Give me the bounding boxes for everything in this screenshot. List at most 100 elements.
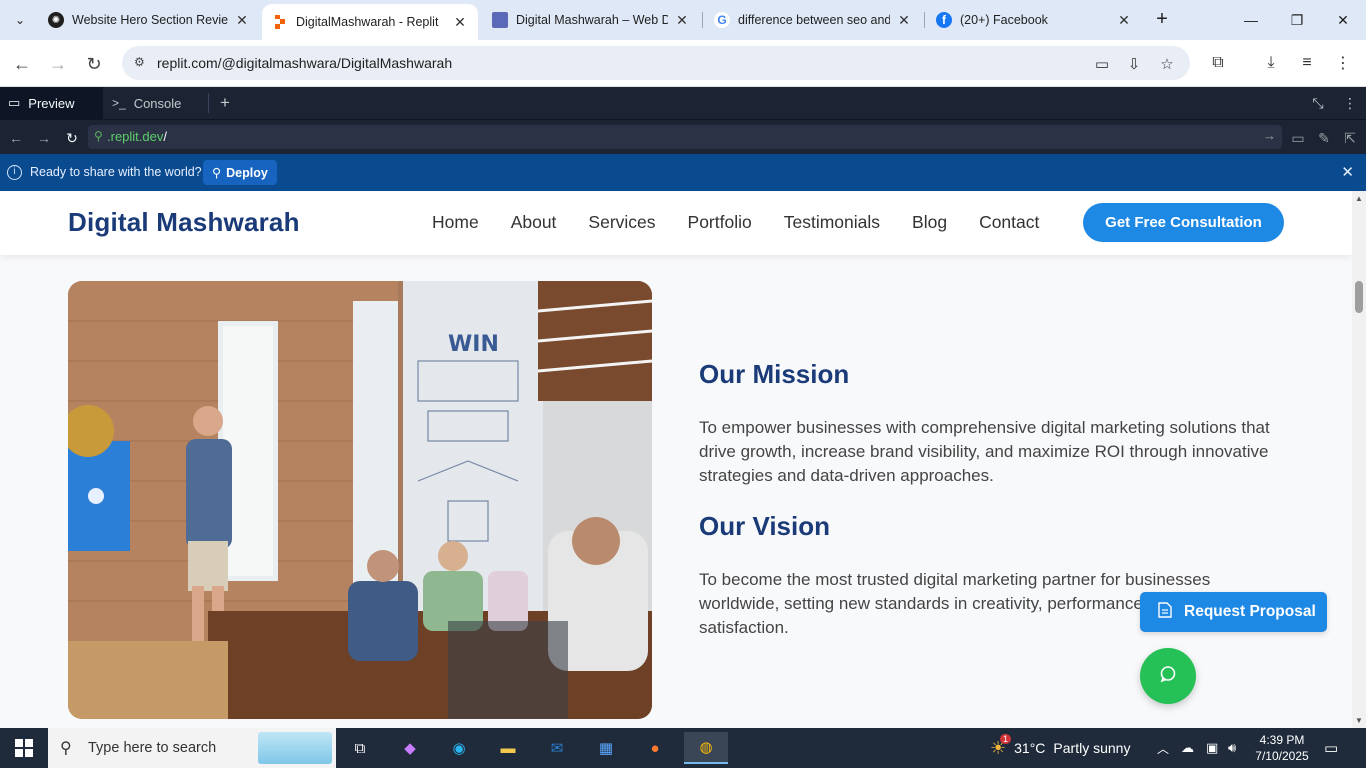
go-arrow-icon[interactable]: → xyxy=(1263,128,1276,143)
chat-bubble-icon xyxy=(1159,665,1177,688)
close-tab-icon[interactable]: ✕ xyxy=(452,14,468,31)
monitor-icon: ▭ xyxy=(8,95,21,110)
bookmark-star-icon[interactable]: ☆ xyxy=(1157,54,1177,74)
collapse-icon[interactable]: ⤡ xyxy=(1308,93,1328,113)
close-banner-icon[interactable]: ✕ xyxy=(1341,163,1354,181)
preview-url-input[interactable]: ⚲ .replit.dev/ → xyxy=(88,125,1282,149)
pane-menu-icon[interactable]: ⋮ xyxy=(1340,93,1360,113)
nav-portfolio[interactable]: Portfolio xyxy=(688,212,752,233)
google-icon: G xyxy=(714,12,730,28)
address-url[interactable]: replit.com/@digitalmashwara/DigitalMashw… xyxy=(157,55,452,71)
nav-services[interactable]: Services xyxy=(588,212,655,233)
devtools-wrench-icon[interactable]: ✎ xyxy=(1314,128,1334,148)
nav-contact[interactable]: Contact xyxy=(979,212,1039,233)
close-tab-icon[interactable]: ✕ xyxy=(896,12,912,29)
document-icon xyxy=(1158,601,1172,623)
svg-text:WIN: WIN xyxy=(448,332,499,357)
close-tab-icon[interactable]: ✕ xyxy=(1116,12,1132,29)
chrome-icon[interactable]: ◍ xyxy=(684,732,728,764)
browser-toolbar: ← → ↻ ⚙ replit.com/@digitalmashwara/Digi… xyxy=(0,40,1366,87)
volume-icon[interactable]: 🔊︎ xyxy=(1228,728,1236,768)
preview-back-icon[interactable]: ← xyxy=(6,128,26,148)
get-free-consultation-button[interactable]: Get Free Consultation xyxy=(1083,203,1284,242)
close-tab-icon[interactable]: ✕ xyxy=(674,12,690,29)
vision-heading: Our Vision xyxy=(699,511,830,541)
site-brand-logo[interactable]: Digital Mashwarah xyxy=(68,207,300,238)
tab-console[interactable]: >_ Console xyxy=(104,87,208,119)
link-icon: ⚲ xyxy=(94,129,103,143)
browser-tab[interactable]: G difference between seo and ✕ xyxy=(704,0,922,40)
profile-avatar-icon[interactable]: ≡ xyxy=(1296,52,1318,74)
add-tab-icon[interactable]: + xyxy=(215,93,235,113)
tab-search-chevron-icon[interactable]: ⌄ xyxy=(6,6,34,34)
browser-tab[interactable]: Digital Mashwarah – Web D ✕ xyxy=(482,0,700,40)
restore-icon[interactable]: ❐ xyxy=(1274,0,1320,40)
download-icon[interactable]: ⤓ xyxy=(1260,52,1282,74)
website-preview: Digital Mashwarah Home About Services Po… xyxy=(0,191,1352,728)
taskbar-search-box[interactable]: ⚲ Type here to search xyxy=(48,728,336,768)
install-app-icon[interactable]: ⇩ xyxy=(1124,54,1144,74)
mission-heading: Our Mission xyxy=(699,359,850,389)
new-tab-icon[interactable]: + xyxy=(1150,8,1174,32)
nav-about[interactable]: About xyxy=(511,212,557,233)
site-settings-icon[interactable]: ⚙ xyxy=(134,55,150,71)
request-proposal-button[interactable]: Request Proposal xyxy=(1140,592,1327,632)
notifications-icon[interactable]: ▭ xyxy=(1324,728,1338,768)
address-bar[interactable]: ⚙ replit.com/@digitalmashwara/DigitalMas… xyxy=(122,46,1190,80)
site-navbar: Digital Mashwarah Home About Services Po… xyxy=(0,191,1352,255)
preview-reload-icon[interactable]: ↻ xyxy=(62,128,82,148)
close-window-icon[interactable]: ✕ xyxy=(1320,0,1366,40)
browser-tab[interactable]: f (20+) Facebook ✕ xyxy=(926,0,1142,40)
page-scrollbar[interactable]: ▲ ▼ xyxy=(1352,191,1366,728)
tray-overflow-chevron-icon[interactable]: ︿ xyxy=(1157,728,1169,768)
extensions-icon[interactable]: ⧉ xyxy=(1207,52,1229,74)
scroll-down-icon[interactable]: ▼ xyxy=(1355,716,1363,725)
close-tab-icon[interactable]: ✕ xyxy=(234,12,250,29)
nav-testimonials[interactable]: Testimonials xyxy=(784,212,880,233)
file-explorer-icon[interactable]: ▬ xyxy=(488,732,528,764)
store-icon[interactable]: ▦ xyxy=(586,732,626,764)
browser-tab-active[interactable]: DigitalMashwarah - Replit ✕ xyxy=(262,4,478,40)
back-icon[interactable]: ← xyxy=(8,50,36,78)
nav-blog[interactable]: Blog xyxy=(912,212,947,233)
facebook-icon: f xyxy=(936,12,952,28)
nav-home[interactable]: Home xyxy=(432,212,479,233)
terminal-icon: >_ xyxy=(112,96,126,110)
firefox-icon[interactable]: ● xyxy=(635,732,675,764)
scroll-thumb[interactable] xyxy=(1355,281,1363,313)
weather-widget[interactable]: ☀ 1 31°C Partly sunny xyxy=(990,728,1130,768)
windows-taskbar: ⚲ Type here to search ⧉ ◆ ◉ ▬ ✉ ▦ ● ◍ ☀ 1… xyxy=(0,728,1366,768)
tab-divider xyxy=(208,93,209,113)
preview-forward-icon[interactable]: → xyxy=(34,128,54,148)
minimize-icon[interactable]: — xyxy=(1228,0,1274,40)
device-preview-icon[interactable]: ▭ xyxy=(1288,128,1308,148)
weather-sun-icon: ☀ 1 xyxy=(990,733,1012,759)
mission-text: To empower businesses with comprehensive… xyxy=(699,418,1270,485)
reload-icon[interactable]: ↻ xyxy=(80,50,108,78)
clipboard-icon[interactable]: ▭ xyxy=(1092,54,1112,74)
edge-icon[interactable]: ◉ xyxy=(439,732,479,764)
windows-start-icon[interactable] xyxy=(0,728,48,768)
meet-camera-icon[interactable]: ▣ xyxy=(1206,728,1218,768)
chatgpt-icon: ✺ xyxy=(48,12,64,28)
open-new-tab-icon[interactable]: ⇱ xyxy=(1340,128,1360,148)
replit-pane-tabs: ▭ Preview >_ Console + ⤡ ⋮ xyxy=(0,87,1366,119)
deploy-banner: i Ready to share with the world? ⚲ Deplo… xyxy=(0,154,1366,191)
site-icon xyxy=(492,12,508,28)
deploy-pin-icon: ⚲ xyxy=(212,166,222,180)
menu-kebab-icon[interactable]: ⋮ xyxy=(1332,52,1354,74)
whatsapp-chat-button[interactable] xyxy=(1140,648,1196,704)
search-icon: ⚲ xyxy=(60,740,72,757)
task-view-icon[interactable]: ⧉ xyxy=(340,732,380,764)
copilot-icon[interactable]: ◆ xyxy=(390,732,430,764)
search-highlight-image xyxy=(258,732,332,764)
clock[interactable]: 4:39 PM 7/10/2025 xyxy=(1254,728,1310,768)
tab-preview[interactable]: ▭ Preview xyxy=(0,87,103,119)
browser-tab[interactable]: ✺ Website Hero Section Revie ✕ xyxy=(38,0,260,40)
scroll-up-icon[interactable]: ▲ xyxy=(1355,194,1363,203)
network-off-icon[interactable]: ☁ xyxy=(1181,728,1194,768)
browser-tabstrip: ⌄ ✺ Website Hero Section Revie ✕ Digital… xyxy=(0,0,1366,40)
deploy-button[interactable]: ⚲ Deploy xyxy=(203,160,277,185)
forward-icon[interactable]: → xyxy=(44,50,72,78)
outlook-icon[interactable]: ✉ xyxy=(537,732,577,764)
